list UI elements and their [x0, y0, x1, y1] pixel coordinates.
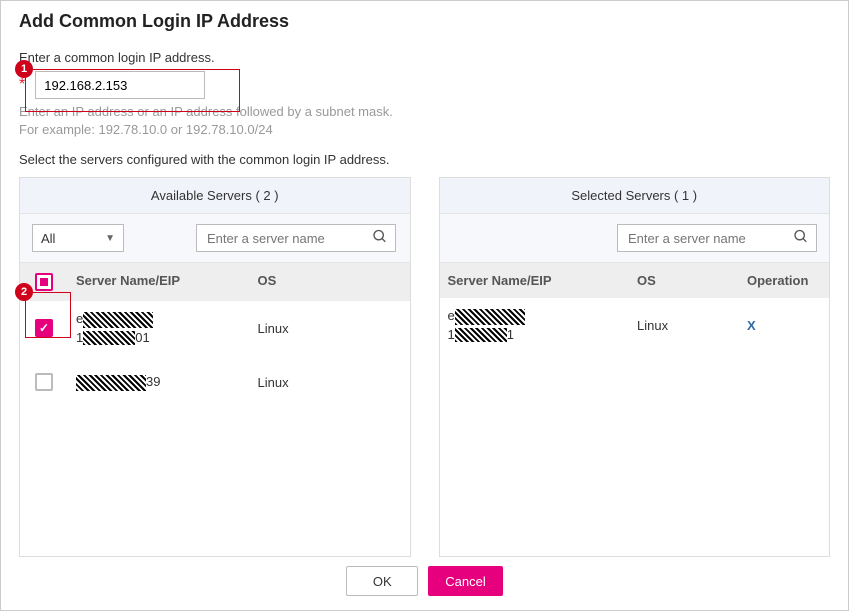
- remove-server-button[interactable]: X: [747, 318, 756, 333]
- row-name-prefix: e: [76, 311, 83, 326]
- available-panel-title: Available Servers ( 2 ): [20, 178, 410, 214]
- row-eip-suffix: 01: [135, 330, 149, 345]
- row-eip-suffix: 1: [507, 327, 514, 342]
- dialog-title: Add Common Login IP Address: [19, 11, 830, 32]
- selected-table-head: Server Name/EIP OS Operation: [440, 263, 830, 298]
- row-os: Linux: [629, 308, 739, 343]
- obfuscated-name: [83, 312, 153, 328]
- available-search-wrap: [196, 224, 396, 252]
- row-checkbox[interactable]: [35, 319, 53, 337]
- callout-badge-1: 1: [15, 60, 33, 78]
- row-os: Linux: [250, 311, 410, 346]
- available-servers-panel: Available Servers ( 2 ) All ▼ Server Nam: [19, 177, 411, 557]
- selected-col-name: Server Name/EIP: [440, 263, 630, 298]
- row-eip-suffix: 39: [146, 374, 160, 389]
- selected-col-op: Operation: [739, 263, 829, 298]
- os-filter-label: All: [41, 231, 55, 246]
- ok-button[interactable]: OK: [346, 566, 418, 596]
- chevron-down-icon: ▼: [105, 233, 115, 244]
- available-table-head: Server Name/EIP OS: [20, 263, 410, 301]
- obfuscated-eip: [455, 328, 507, 342]
- row-eip-prefix: 1: [76, 330, 83, 345]
- callout-badge-2: 2: [15, 283, 33, 301]
- selected-col-os: OS: [629, 263, 739, 298]
- row-name-prefix: e: [448, 308, 455, 323]
- os-filter-dropdown[interactable]: All ▼: [32, 224, 124, 252]
- obfuscated-name: [76, 375, 146, 391]
- table-row: e 1 01 Linux: [20, 301, 410, 355]
- available-rows: e 1 01 Linux 39 Linux: [20, 301, 410, 556]
- row-checkbox[interactable]: [35, 373, 53, 391]
- row-os: Linux: [250, 365, 410, 400]
- selected-servers-panel: Selected Servers ( 1 ) Server Name/EIP O…: [439, 177, 831, 557]
- ip-address-input[interactable]: [35, 71, 205, 99]
- selected-search-input[interactable]: [617, 224, 817, 252]
- row-eip-prefix: 1: [448, 327, 455, 342]
- dialog-footer: OK Cancel: [1, 566, 848, 596]
- select-all-checkbox[interactable]: [35, 273, 53, 291]
- ip-input-row: *: [19, 71, 830, 99]
- table-row: e 1 1 Linux X: [440, 298, 830, 352]
- selected-panel-title: Selected Servers ( 1 ): [440, 178, 830, 214]
- available-col-name: Server Name/EIP: [68, 263, 250, 301]
- server-panels: Available Servers ( 2 ) All ▼ Server Nam: [19, 177, 830, 557]
- add-common-login-ip-dialog: 1 2 Add Common Login IP Address Enter a …: [0, 0, 849, 611]
- obfuscated-eip: [83, 331, 135, 345]
- table-row: 39 Linux: [20, 355, 410, 409]
- available-search-input[interactable]: [196, 224, 396, 252]
- helper-line-2: For example: 192.78.10.0 or 192.78.10.0/…: [19, 121, 830, 139]
- cancel-button[interactable]: Cancel: [428, 566, 502, 596]
- helper-line-1: Enter an IP address or an IP address fol…: [19, 103, 830, 121]
- selected-toolbar: [440, 214, 830, 263]
- selected-search-wrap: [617, 224, 817, 252]
- ip-instruction: Enter a common login IP address.: [19, 50, 830, 65]
- available-toolbar: All ▼: [20, 214, 410, 263]
- server-instruction: Select the servers configured with the c…: [19, 152, 830, 167]
- ip-helper-text: Enter an IP address or an IP address fol…: [19, 103, 830, 138]
- available-col-os: OS: [250, 263, 410, 301]
- selected-rows: e 1 1 Linux X: [440, 298, 830, 556]
- obfuscated-name: [455, 309, 525, 325]
